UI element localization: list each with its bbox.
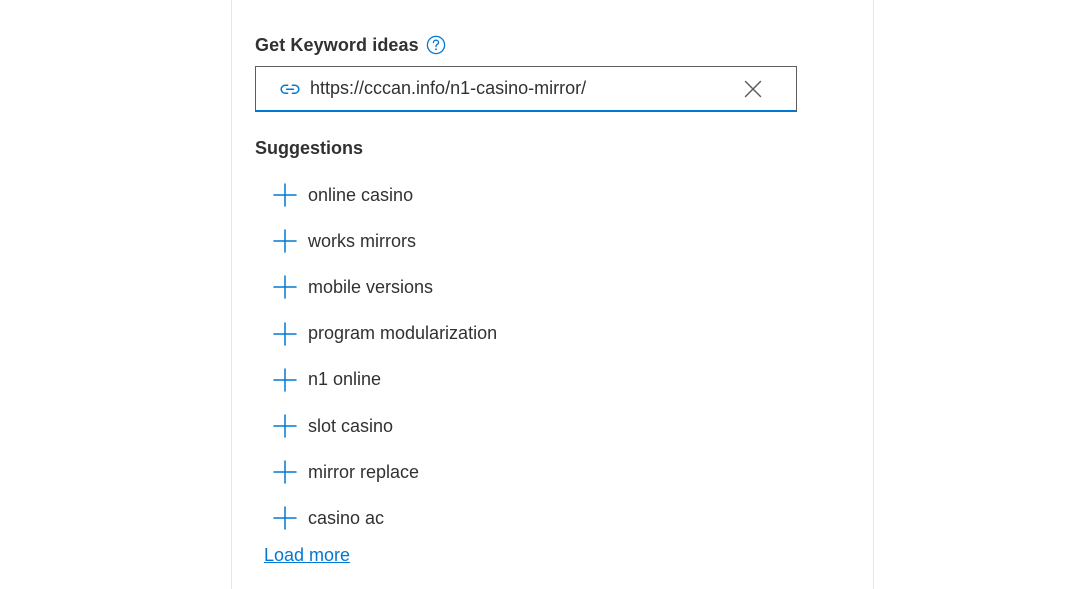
suggestion-label: online casino — [308, 184, 414, 205]
plus-icon-svg — [273, 275, 297, 300]
suggestion-label: mobile versions — [308, 276, 434, 297]
suggestion-item[interactable]: online casino — [272, 172, 497, 218]
plus-icon-svg — [273, 183, 297, 207]
url-input[interactable] — [310, 78, 730, 99]
suggestion-list: online casino works mirrors mobile versi… — [272, 172, 497, 542]
suggestion-item[interactable]: mobile versions — [272, 264, 497, 310]
plus-icon — [272, 413, 298, 439]
link-icon — [277, 76, 303, 102]
plus-icon-svg — [273, 414, 297, 438]
suggestion-label: casino ac — [308, 507, 385, 528]
suggestion-label: slot casino — [308, 415, 394, 436]
load-more-link[interactable]: Load more — [264, 545, 350, 566]
suggestion-label: mirror replace — [308, 461, 420, 482]
plus-icon — [272, 228, 298, 254]
plus-icon — [272, 367, 298, 393]
suggestion-item[interactable]: slot casino — [272, 403, 497, 449]
suggestion-label: n1 online — [308, 369, 382, 390]
plus-icon — [272, 274, 298, 300]
plus-icon-svg — [273, 506, 297, 531]
plus-icon-svg — [273, 321, 297, 346]
suggestion-item[interactable]: program modularization — [272, 311, 497, 357]
close-icon-svg — [744, 80, 762, 97]
plus-icon-svg — [273, 460, 297, 484]
suggestion-label: program modularization — [308, 323, 498, 344]
plus-icon — [272, 182, 298, 208]
plus-icon-svg — [273, 229, 297, 254]
suggestion-item[interactable]: n1 online — [272, 357, 497, 403]
suggestion-item[interactable]: casino ac — [272, 495, 497, 541]
plus-icon — [272, 459, 298, 485]
url-field[interactable] — [255, 66, 797, 112]
close-icon[interactable] — [740, 76, 766, 102]
plus-icon-svg — [273, 368, 297, 392]
suggestion-label: works mirrors — [308, 230, 416, 251]
suggestion-item[interactable]: mirror replace — [272, 449, 497, 495]
suggestions-heading: Suggestions — [255, 138, 364, 158]
keyword-ideas-title: Get Keyword ideas — [255, 34, 419, 55]
plus-icon — [272, 321, 298, 347]
question-circle-icon-svg — [426, 35, 446, 55]
page: Get Keyword ideas https://cccan.info/n1-… — [0, 0, 1080, 589]
link-icon-svg — [280, 83, 300, 94]
keyword-ideas-panel: Get Keyword ideas https://cccan.info/n1-… — [231, 0, 874, 589]
keyword-ideas-header: Get Keyword ideas — [255, 31, 446, 59]
suggestion-item[interactable]: works mirrors — [272, 218, 497, 264]
plus-icon — [272, 505, 298, 531]
question-circle-icon[interactable] — [426, 35, 446, 55]
